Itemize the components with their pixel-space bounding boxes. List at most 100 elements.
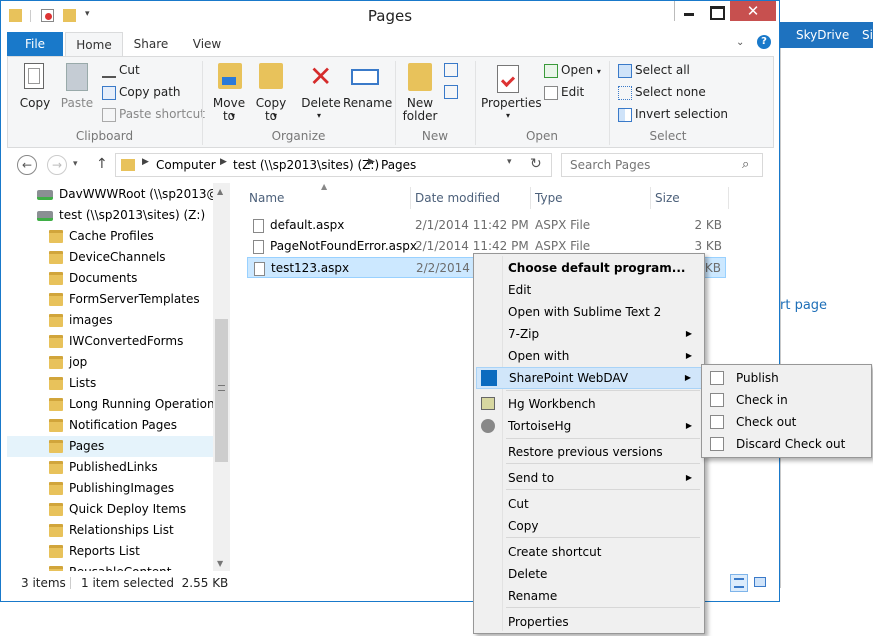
open-button[interactable]: Open ▾: [544, 61, 601, 79]
select-none-button[interactable]: Select none: [618, 83, 706, 101]
properties-button[interactable]: Properties ▾: [481, 61, 542, 123]
nav-folder-item[interactable]: Long Running Operation St: [7, 394, 213, 415]
submenu-item[interactable]: Discard Check out: [704, 433, 869, 455]
nav-folder-item[interactable]: Lists: [7, 373, 213, 394]
context-menu-item[interactable]: TortoiseHg ▶: [476, 415, 702, 437]
search-icon[interactable]: ⌕: [742, 157, 749, 172]
copy-path-button[interactable]: Copy path: [102, 83, 181, 101]
new-folder-icon: [408, 63, 432, 91]
context-menu-item[interactable]: Edit: [476, 279, 702, 301]
large-icons-view-icon[interactable]: [752, 575, 768, 591]
file-row[interactable]: default.aspx 2/1/2014 11:42 PM ASPX File 2 …: [247, 215, 726, 236]
paste-button[interactable]: Paste: [59, 61, 95, 111]
scroll-up-arrow-icon[interactable]: ▲: [217, 187, 223, 196]
folder-icon: [49, 440, 63, 453]
new-item-button[interactable]: [444, 62, 466, 78]
delete-button[interactable]: ✕ Delete ▾: [301, 61, 341, 123]
refresh-icon[interactable]: ↻: [530, 156, 542, 172]
collapse-ribbon-icon[interactable]: ⌄: [736, 37, 744, 48]
edit-button[interactable]: Edit: [544, 83, 584, 101]
chevron-right-icon: ▶: [368, 157, 375, 167]
background-link[interactable]: rt page: [780, 298, 827, 313]
context-menu-item[interactable]: Open with Sublime Text 2: [476, 301, 702, 323]
context-menu-item[interactable]: Hg Workbench: [476, 393, 702, 415]
minimize-button[interactable]: [674, 1, 702, 21]
close-button[interactable]: ✕: [730, 1, 776, 21]
context-menu-item[interactable]: Restore previous versions: [476, 441, 702, 463]
nav-folder-item[interactable]: PublishingImages: [7, 478, 213, 499]
folder-icon: [49, 314, 63, 327]
submenu-item[interactable]: Publish: [704, 367, 869, 389]
tab-view[interactable]: View: [183, 32, 231, 56]
copy-to-button[interactable]: Copy to ▾: [251, 61, 291, 123]
easy-access-button[interactable]: [444, 84, 466, 100]
nav-drive-test[interactable]: test (\\sp2013\sites) (Z:): [7, 205, 213, 226]
column-header-size[interactable]: Size: [651, 187, 729, 209]
nav-folder-item[interactable]: Quick Deploy Items: [7, 499, 213, 520]
move-to-button[interactable]: Move to ▾: [209, 61, 249, 123]
skydrive-tab[interactable]: SkyDrive: [796, 28, 849, 42]
search-input[interactable]: [561, 153, 763, 177]
context-menu-item[interactable]: Copy: [476, 515, 702, 537]
submenu-item[interactable]: Check out: [704, 411, 869, 433]
invert-selection-button[interactable]: Invert selection: [618, 105, 728, 123]
recent-locations-chevron-icon[interactable]: ▾: [73, 159, 78, 169]
open-icon: [544, 63, 558, 78]
tab-home[interactable]: Home: [65, 32, 123, 57]
submenu-item[interactable]: Check in: [704, 389, 869, 411]
column-header-name[interactable]: Name: [245, 187, 411, 209]
cut-button[interactable]: Cut: [102, 61, 140, 79]
nav-folder-item[interactable]: images: [7, 310, 213, 331]
nav-folder-item[interactable]: jop: [7, 352, 213, 373]
nav-drive-davwwwroot[interactable]: DavWWWRoot (\\sp2013@80: [7, 184, 213, 205]
nav-folder-item[interactable]: Cache Profiles: [7, 226, 213, 247]
nav-folder-item[interactable]: ReusableContent: [7, 562, 213, 571]
breadcrumb-computer[interactable]: Computer: [156, 158, 216, 172]
nav-folder-item[interactable]: DeviceChannels: [7, 247, 213, 268]
context-menu-item[interactable]: Create shortcut: [476, 541, 702, 563]
context-menu-item[interactable]: Open with ▶: [476, 345, 702, 367]
nav-folder-item[interactable]: Relationships List: [7, 520, 213, 541]
background-tab-strip: SkyDrive Si: [780, 22, 873, 48]
paste-shortcut-button[interactable]: Paste shortcut: [102, 105, 205, 123]
new-folder-button[interactable]: New folder: [399, 61, 441, 123]
new-item-icon: [444, 62, 458, 77]
copy-to-icon: [259, 63, 283, 89]
nav-folder-item[interactable]: Reports List: [7, 541, 213, 562]
forward-arrow-icon[interactable]: →: [47, 155, 67, 175]
column-header-type[interactable]: Type: [531, 187, 651, 209]
nav-folder-item[interactable]: Pages: [7, 436, 213, 457]
context-menu-item[interactable]: Properties: [476, 611, 702, 633]
context-menu-item[interactable]: 7-Zip ▶: [476, 323, 702, 345]
folder-icon: [121, 159, 135, 171]
nav-folder-item[interactable]: PublishedLinks: [7, 457, 213, 478]
tab-file[interactable]: File: [7, 32, 63, 56]
si-tab[interactable]: Si: [862, 28, 873, 42]
back-arrow-icon[interactable]: ←: [17, 155, 37, 175]
breadcrumb-pages[interactable]: Pages: [381, 158, 416, 172]
address-dropdown-chevron-icon[interactable]: ▾: [507, 157, 512, 167]
column-header-date[interactable]: Date modified: [411, 187, 531, 209]
select-all-button[interactable]: Select all: [618, 61, 690, 79]
up-arrow-icon[interactable]: ↑: [96, 156, 108, 172]
nav-scrollbar-thumb[interactable]: [215, 319, 228, 462]
help-icon[interactable]: ?: [757, 35, 771, 49]
nav-folder-item[interactable]: Documents: [7, 268, 213, 289]
context-menu-item[interactable]: Send to ▶: [476, 467, 702, 489]
nav-folder-item[interactable]: IWConvertedForms: [7, 331, 213, 352]
address-bar[interactable]: ▶ Computer ▶ test (\\sp2013\sites) (Z:) …: [115, 153, 552, 177]
breadcrumb-drive[interactable]: test (\\sp2013\sites) (Z:): [233, 158, 379, 172]
tab-share[interactable]: Share: [125, 32, 177, 56]
maximize-button[interactable]: [702, 1, 730, 21]
context-menu-item[interactable]: Choose default program...: [476, 257, 702, 279]
context-menu-item[interactable]: Cut: [476, 493, 702, 515]
nav-folder-item[interactable]: Notification Pages: [7, 415, 213, 436]
context-menu-item[interactable]: Rename: [476, 585, 702, 607]
scroll-down-arrow-icon[interactable]: ▼: [217, 559, 223, 568]
rename-button[interactable]: Rename: [343, 61, 392, 111]
details-view-icon[interactable]: [730, 574, 748, 592]
copy-button[interactable]: Copy: [17, 61, 53, 111]
nav-folder-item[interactable]: FormServerTemplates: [7, 289, 213, 310]
context-menu-item[interactable]: Delete: [476, 563, 702, 585]
context-menu-item[interactable]: SharePoint WebDAV ▶: [476, 367, 702, 389]
